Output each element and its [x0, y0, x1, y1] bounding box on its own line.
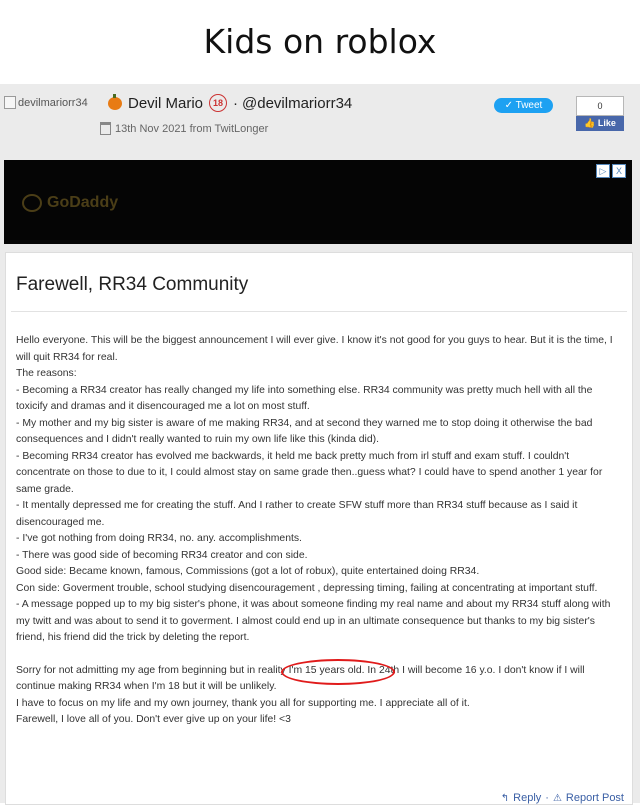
age-badge: 18 [209, 94, 228, 112]
warning-icon: ⚠ [552, 792, 562, 804]
broken-image-icon [4, 96, 16, 109]
screenshot-frame: devilmariorr34 Devil Mario 18 · @devilma… [0, 84, 640, 805]
post-title: Farewell, RR34 Community [16, 274, 249, 295]
handle-separator: · [233, 94, 239, 112]
post-line: The reasons: [16, 368, 77, 379]
post-date: 13th Nov 2021 from TwitLonger [100, 122, 268, 135]
reply-icon: ↰ [500, 792, 510, 804]
share-count: 0 [576, 96, 624, 116]
post-line: Hello everyone. This will be the biggest… [16, 335, 613, 363]
profile-header: devilmariorr34 Devil Mario 18 · @devilma… [0, 84, 640, 142]
display-name[interactable]: Devil Mario [128, 95, 203, 112]
post-line: Good side: Became known, famous, Commiss… [16, 566, 480, 577]
ad-brand: GoDaddy [47, 194, 119, 211]
ad-choices[interactable]: ▷ X [596, 164, 626, 178]
post-footer: ↰ Reply · ⚠ Report Post [501, 792, 624, 804]
like-label: Like [597, 118, 616, 128]
thumbs-up-icon: 👍 [584, 118, 598, 128]
footer-separator: · [545, 792, 549, 804]
reply-link[interactable]: Reply [513, 792, 541, 804]
post-line: Con side: Goverment trouble, school stud… [16, 582, 598, 594]
post-line: Farewell, I love all of you. Don't ever … [16, 714, 291, 725]
divider [11, 311, 627, 312]
post-line: - Becoming a RR34 creator has really cha… [16, 384, 593, 413]
tweet-button[interactable]: ✓ Tweet [494, 98, 553, 113]
age-admission-line: Sorry for not admitting my age from begi… [16, 658, 626, 696]
post-line: - There was good side of becoming RR34 c… [16, 549, 308, 561]
user-handle[interactable]: @devilmariorr34 [242, 95, 352, 112]
ad-banner[interactable]: GoDaddy ▷ X [4, 160, 632, 244]
ad-close-icon[interactable]: X [612, 164, 626, 178]
ad-logo: GoDaddy [22, 194, 118, 212]
ad-info-icon[interactable]: ▷ [596, 164, 610, 178]
circled-age-text: I'm 15 years old. [280, 658, 395, 685]
calendar-icon [100, 122, 111, 135]
post-line: I have to focus on my life and my own jo… [16, 697, 470, 709]
date-text: 13th Nov 2021 from TwitLonger [115, 122, 269, 135]
admission-start: Sorry for not admitting my age from begi… [16, 664, 289, 676]
bird-icon: ✓ [504, 100, 516, 111]
red-circle-annotation [280, 658, 395, 685]
post-line: - It mentally depressed me for creating … [16, 500, 578, 528]
avatar-alt-text: devilmariorr34 [18, 96, 88, 109]
godaddy-logo-icon [22, 194, 42, 212]
pumpkin-icon [108, 93, 122, 110]
meme-caption: Kids on roblox [203, 22, 437, 61]
user-name-line: Devil Mario 18 · @devilmariorr34 [108, 93, 352, 112]
post-line: - I've got nothing from doing RR34, no. … [16, 533, 302, 544]
like-button[interactable]: 👍 Like [576, 116, 624, 131]
avatar[interactable]: devilmariorr34 [4, 96, 88, 109]
post-card: Farewell, RR34 Community Hello everyone.… [5, 252, 633, 805]
post-line: - Becoming RR34 creator has evolved me b… [16, 450, 603, 495]
post-line: - A message popped up to my big sister's… [16, 599, 611, 643]
tweet-label: Tweet [515, 100, 543, 111]
report-link[interactable]: Report Post [566, 792, 624, 804]
post-body: Hello everyone. This will be the biggest… [16, 333, 626, 729]
post-line: - My mother and my big sister is aware o… [16, 417, 593, 446]
